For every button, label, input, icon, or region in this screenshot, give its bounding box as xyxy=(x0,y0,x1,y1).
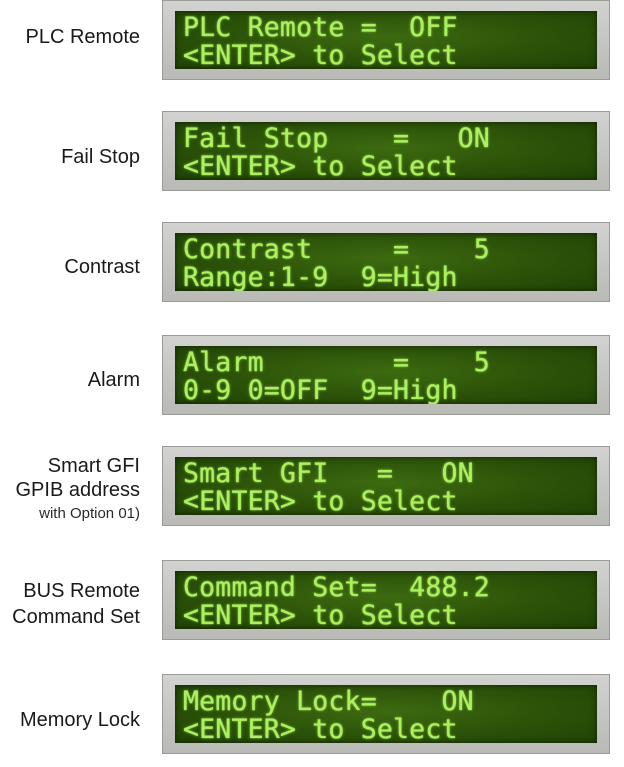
lcd-bezel: Command Set= 488.2 <ENTER> to Select xyxy=(162,560,610,640)
lcd-bezel: Memory Lock= ON <ENTER> to Select xyxy=(162,674,610,754)
menu-label: Contrast xyxy=(64,254,140,280)
lcd-line-2: <ENTER> to Select xyxy=(183,714,458,744)
lcd-line-2: Range:1-9 9=High xyxy=(183,262,458,292)
menu-label: Alarm xyxy=(88,367,140,393)
menu-label: BUS Remote Command Set xyxy=(12,578,140,630)
menu-label-line: PLC Remote xyxy=(25,26,141,48)
lcd-line-2: <ENTER> to Select xyxy=(183,151,458,181)
lcd-screen: Smart GFI = ON <ENTER> to Select xyxy=(175,457,597,515)
lcd-bezel: Alarm = 5 0-9 0=OFF 9=High xyxy=(162,335,610,415)
menu-label: PLC Remote xyxy=(26,24,141,50)
menu-label-line: Memory Lock xyxy=(19,709,140,731)
menu-label-note: with Option 01) xyxy=(39,505,140,522)
lcd-screen: Fail Stop = ON <ENTER> to Select xyxy=(175,122,597,180)
lcd-line-2: <ENTER> to Select xyxy=(183,600,458,630)
lcd-line-1: Memory Lock= ON xyxy=(183,686,474,717)
lcd-line-1: Contrast = 5 xyxy=(183,234,490,265)
lcd-screen: Command Set= 488.2 <ENTER> to Select xyxy=(175,571,597,629)
lcd-line-2: <ENTER> to Select xyxy=(183,486,458,516)
lcd-screen: Contrast = 5 Range:1-9 9=High xyxy=(175,233,597,291)
menu-label: Fail Stop xyxy=(61,144,140,170)
menu-label-line: Command Set xyxy=(12,606,140,628)
lcd-screen: Alarm = 5 0-9 0=OFF 9=High xyxy=(175,346,597,404)
menu-label-line: Alarm xyxy=(87,369,140,391)
menu-label-line: Contrast xyxy=(64,256,140,278)
lcd-line-1: Smart GFI = ON xyxy=(183,458,474,489)
menu-label-line: GPIB address xyxy=(15,479,140,501)
lcd-screen: Memory Lock= ON <ENTER> to Select xyxy=(175,685,597,743)
menu-label-line: Smart GFI xyxy=(47,455,140,477)
lcd-line-1: PLC Remote = OFF xyxy=(183,12,458,43)
lcd-line-1: Fail Stop = ON xyxy=(183,123,490,154)
lcd-line-1: Alarm = 5 xyxy=(183,347,490,378)
lcd-bezel: Contrast = 5 Range:1-9 9=High xyxy=(162,222,610,302)
lcd-line-2: 0-9 0=OFF 9=High xyxy=(183,375,458,405)
lcd-line-2: <ENTER> to Select xyxy=(183,40,458,70)
lcd-bezel: Fail Stop = ON <ENTER> to Select xyxy=(162,111,610,191)
menu-label: Smart GFI GPIB address with Option 01) xyxy=(15,454,140,526)
lcd-screen: PLC Remote = OFF <ENTER> to Select xyxy=(175,11,597,69)
lcd-bezel: Smart GFI = ON <ENTER> to Select xyxy=(162,446,610,526)
menu-label-line: Fail Stop xyxy=(61,146,140,168)
menu-label-line: BUS Remote xyxy=(23,580,140,602)
lcd-line-1: Command Set= 488.2 xyxy=(183,572,490,603)
menu-label: Memory Lock xyxy=(20,707,140,733)
lcd-bezel: PLC Remote = OFF <ENTER> to Select xyxy=(162,0,610,80)
